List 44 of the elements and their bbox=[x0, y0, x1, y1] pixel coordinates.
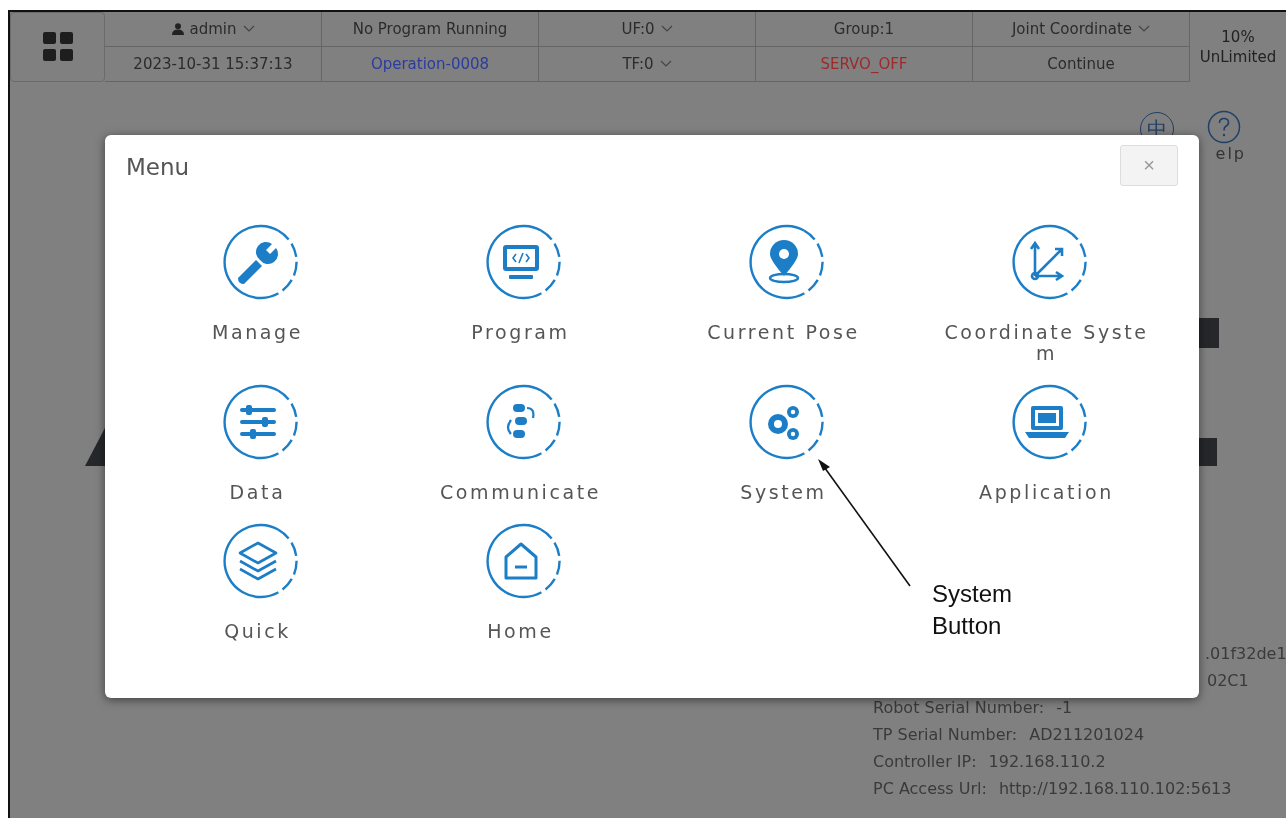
menu-item-label[interactable]: Communicate bbox=[410, 482, 631, 503]
menu-item-label[interactable]: Program bbox=[410, 322, 631, 343]
status-dropdown[interactable]: Joint Coordinate bbox=[973, 12, 1190, 47]
menu-item-label[interactable]: Data bbox=[147, 482, 368, 503]
menu-item-label[interactable]: Coordinate System bbox=[936, 322, 1157, 364]
info-label: TP Serial Number: bbox=[873, 724, 1018, 746]
status-cell: Operation-0008 bbox=[322, 47, 539, 82]
caret-icon bbox=[1138, 25, 1151, 33]
caret-icon bbox=[659, 60, 672, 68]
status-dropdown[interactable]: admin bbox=[105, 12, 322, 47]
info-label: PC Access Url: bbox=[873, 778, 987, 800]
help-label: elp bbox=[1214, 144, 1246, 163]
info-value: http://192.168.110.102:5613 bbox=[998, 778, 1232, 800]
status-cell: Continue bbox=[973, 47, 1190, 82]
dark-block bbox=[1199, 318, 1219, 348]
menu-item-label[interactable]: Manage bbox=[147, 322, 368, 343]
status-cell: Group:1 bbox=[756, 12, 973, 47]
info-value: AD211201024 bbox=[1029, 724, 1145, 746]
info-label: Controller IP: bbox=[873, 751, 977, 773]
caret-icon bbox=[242, 25, 255, 33]
info-text: 02C1 bbox=[1206, 670, 1250, 692]
menu-item-label[interactable]: Quick bbox=[147, 621, 368, 642]
info-label: Robot Serial Number: bbox=[873, 697, 1045, 719]
info-value: 192.168.110.2 bbox=[988, 751, 1106, 773]
grid-icon bbox=[41, 31, 74, 63]
dialog-title: Menu bbox=[126, 154, 190, 180]
info-text: .01f32de1 bbox=[1204, 643, 1286, 665]
status-dropdown[interactable]: TF:0 bbox=[539, 47, 756, 82]
app-menu-button[interactable] bbox=[10, 12, 105, 82]
dark-block bbox=[1199, 438, 1217, 466]
person-icon bbox=[171, 23, 184, 35]
callout-text: System Button bbox=[932, 579, 1013, 641]
status-cell: No Program Running bbox=[322, 12, 539, 47]
status-dropdown[interactable]: UF:0 bbox=[539, 12, 756, 47]
info-value: -1 bbox=[1056, 697, 1073, 719]
caret-icon bbox=[660, 25, 673, 33]
speed-indicator[interactable]: 10% UnLimited bbox=[1190, 12, 1286, 82]
status-cell: 2023-10-31 15:37:13 bbox=[105, 47, 322, 82]
menu-item-label[interactable]: Application bbox=[936, 482, 1157, 503]
help-icon[interactable] bbox=[1206, 110, 1241, 144]
menu-item-label[interactable]: Current Pose bbox=[673, 322, 894, 343]
menu-item-label[interactable]: System bbox=[673, 482, 894, 503]
status-cell: SERVO_OFF bbox=[756, 47, 973, 82]
menu-item-label[interactable]: Home bbox=[410, 621, 631, 642]
